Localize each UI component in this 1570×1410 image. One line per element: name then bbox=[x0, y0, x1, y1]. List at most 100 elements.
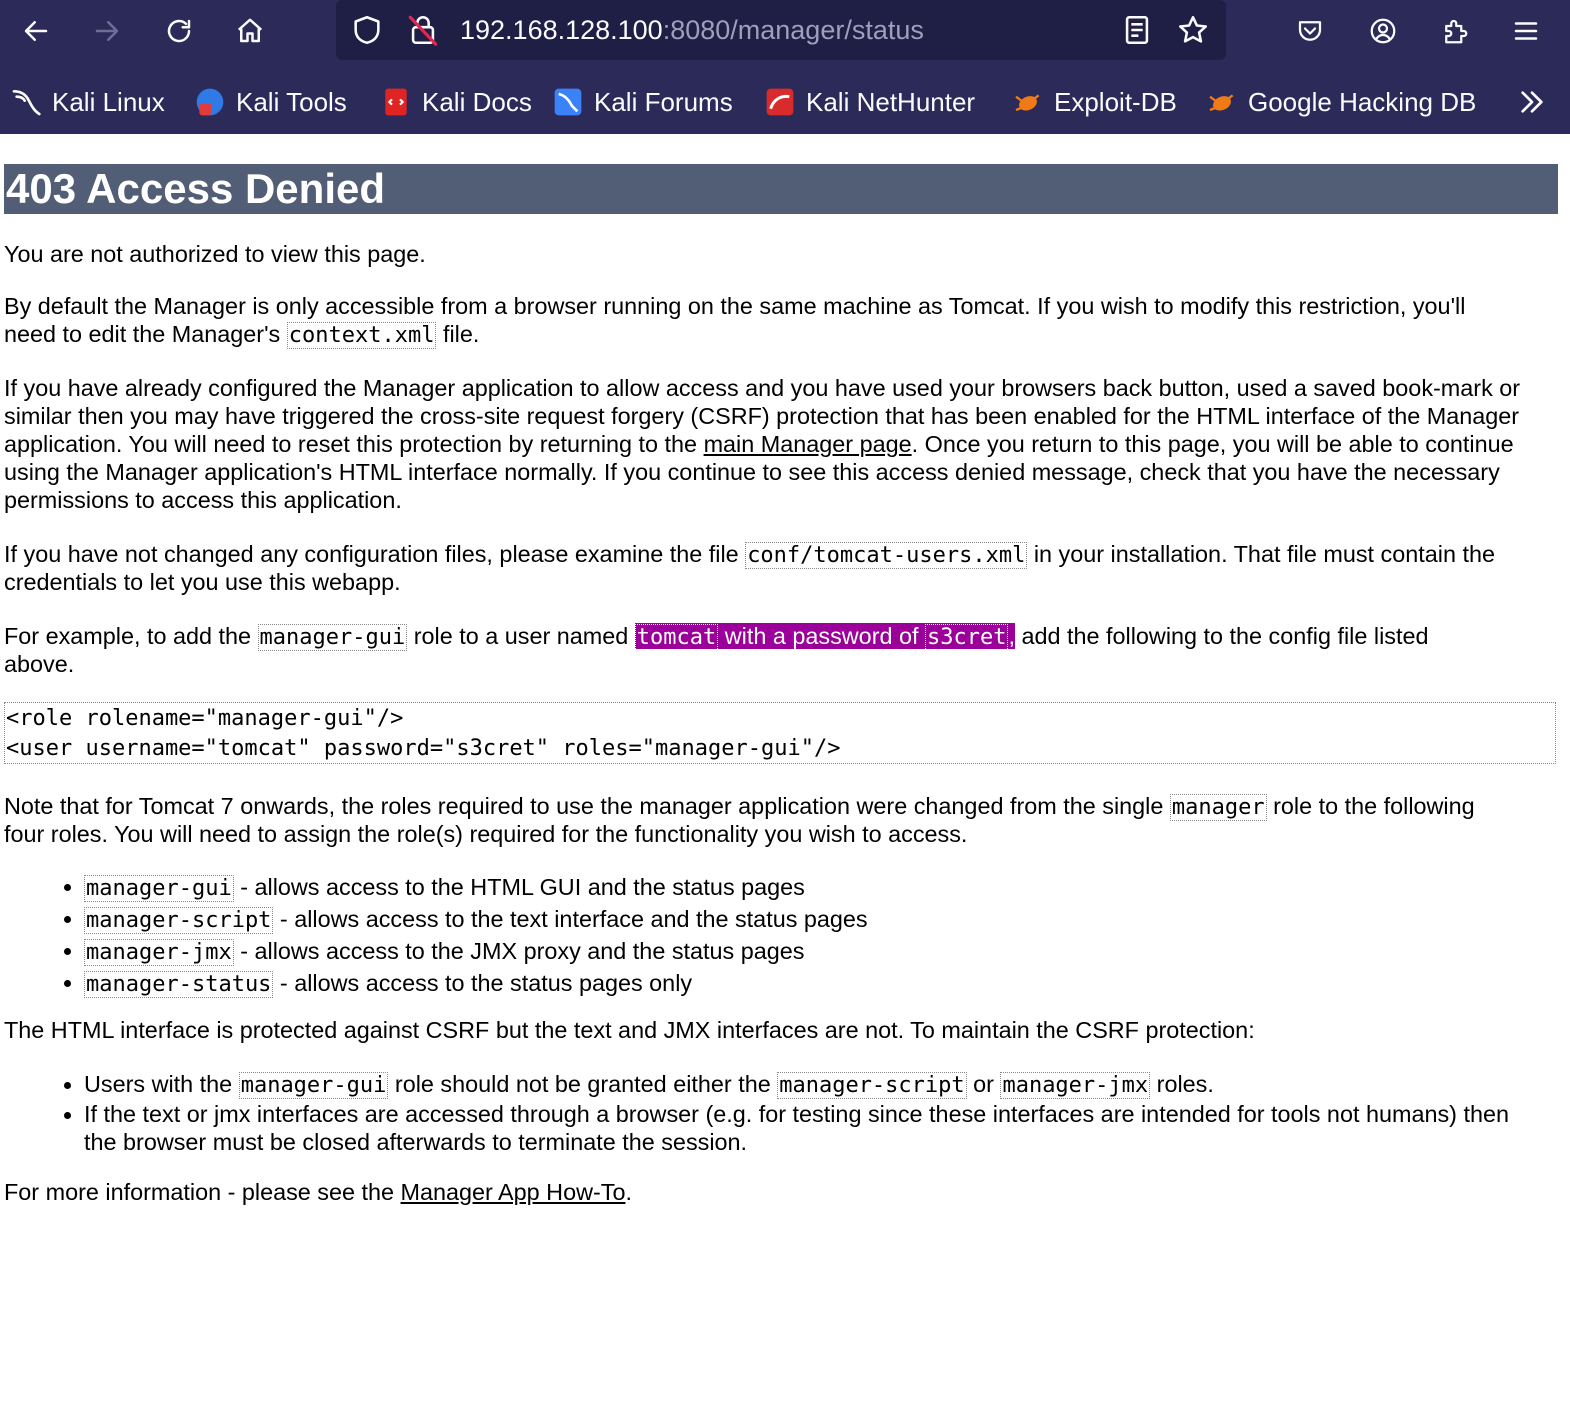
text-line: For example, to add the manager-gui role… bbox=[4, 622, 1564, 651]
paragraph-csrf-protection: The HTML interface is protected against … bbox=[4, 1017, 1255, 1043]
tomcat-users-xml-code: conf/tomcat-users.xml bbox=[745, 542, 1028, 569]
bookmark-label: Kali Forums bbox=[594, 86, 733, 117]
text-line: the browser must be closed afterwards to… bbox=[84, 1129, 748, 1155]
text-fragment: For more information - please see the bbox=[4, 1179, 401, 1205]
bookmark-kali-docs[interactable]: Kali Docs bbox=[380, 84, 532, 120]
bookmark-label: Kali NetHunter bbox=[806, 86, 976, 117]
text-fragment: Note that for Tomcat 7 onwards, the role… bbox=[4, 793, 1170, 819]
list-item: If the text or jmx interfaces are access… bbox=[64, 1100, 1509, 1156]
role-code: manager-jmx bbox=[84, 939, 234, 966]
pocket-icon bbox=[1298, 21, 1322, 41]
selected-text-highlight: tomcat with a password of s3cret, bbox=[634, 623, 1015, 651]
exploit-db-bug-icon bbox=[1015, 94, 1040, 112]
url-path: :8080/manager/status bbox=[662, 15, 924, 45]
account-icon bbox=[1370, 18, 1396, 44]
forward-arrow-icon bbox=[95, 21, 119, 41]
role-description: - allows access to the JMX proxy and the… bbox=[233, 938, 805, 964]
manager-role-code: manager bbox=[1169, 794, 1267, 821]
bookmark-exploit-db[interactable]: Exploit-DB bbox=[1012, 84, 1177, 120]
paragraph-default-access: By default the Manager is only accessibl… bbox=[4, 292, 1564, 349]
text-fragment: . Once you return to this page, you will… bbox=[911, 431, 1514, 457]
back-button[interactable] bbox=[15, 10, 57, 52]
url-bar[interactable]: 192.168.128.100:8080/manager/status bbox=[336, 0, 1226, 60]
ghdb-bug-icon bbox=[1209, 94, 1234, 112]
bookmarks-overflow-button[interactable] bbox=[1516, 84, 1558, 120]
text-line: above. bbox=[4, 651, 75, 677]
role-description: - allows access to the HTML GUI and the … bbox=[233, 874, 805, 900]
text-line: permissions to access this application. bbox=[4, 487, 402, 513]
paragraph-roles-note: Note that for Tomcat 7 onwards, the role… bbox=[4, 792, 1564, 848]
text-fragment: with a password of bbox=[718, 623, 925, 649]
roles-list: manager-gui - allows access to the HTML … bbox=[64, 872, 868, 1000]
kali-forums-icon bbox=[554, 88, 582, 116]
config-code-block: <role rolename="manager-gui"/> <user use… bbox=[4, 702, 1556, 764]
text-line: credentials to let you use this webapp. bbox=[4, 569, 401, 595]
manager-gui-code: manager-gui bbox=[257, 624, 408, 651]
main-manager-page-link[interactable]: main Manager page bbox=[704, 431, 912, 457]
home-button[interactable] bbox=[229, 10, 271, 52]
text-fragment: or bbox=[966, 1071, 1001, 1097]
text-line: If the text or jmx interfaces are access… bbox=[84, 1101, 1509, 1127]
paragraph-more-info: For more information - please see the Ma… bbox=[4, 1178, 1564, 1206]
code-line-user: <user username="tomcat" password="s3cret… bbox=[6, 736, 841, 761]
pocket-button[interactable] bbox=[1289, 10, 1331, 52]
text-line: application. You will need to reset this… bbox=[4, 430, 1564, 458]
manager-app-howto-link[interactable]: Manager App How-To bbox=[401, 1179, 626, 1205]
list-item: manager-script - allows access to the te… bbox=[64, 904, 868, 936]
s3cret-password-code: s3cret bbox=[925, 624, 1009, 651]
bookmark-label: Kali Docs bbox=[422, 86, 532, 117]
bookmark-kali-nethunter[interactable]: Kali NetHunter bbox=[764, 84, 975, 120]
text-line: using the Manager application's HTML int… bbox=[4, 459, 1500, 485]
text-line: need to edit the Manager's context.xml f… bbox=[4, 320, 1564, 349]
list-item: Users with the manager-gui role should n… bbox=[64, 1070, 1509, 1100]
bookmark-google-hacking-db[interactable]: Google Hacking DB bbox=[1206, 84, 1476, 120]
kali-dragon-icon bbox=[12, 90, 41, 116]
reload-button[interactable] bbox=[158, 10, 200, 52]
shield-icon[interactable] bbox=[350, 13, 384, 47]
paragraph-config-files: If you have not changed any configuratio… bbox=[4, 540, 1564, 596]
text-fragment: in your installation. That file must con… bbox=[1027, 541, 1495, 567]
kali-nethunter-icon bbox=[766, 88, 794, 116]
text-fragment: role should not be granted either the bbox=[388, 1071, 778, 1097]
text-fragment: need to edit the Manager's bbox=[4, 321, 287, 347]
role-description: - allows access to the text interface an… bbox=[273, 906, 868, 932]
forward-button[interactable] bbox=[86, 10, 128, 52]
insecure-lock-icon[interactable] bbox=[406, 13, 440, 47]
chevron-double-right-icon bbox=[1521, 91, 1543, 113]
kali-docs-icon bbox=[385, 88, 407, 116]
text-line: similar then you may have triggered the … bbox=[4, 403, 1520, 429]
text-fragment: Users with the bbox=[84, 1071, 239, 1097]
bookmark-kali-linux[interactable]: Kali Linux bbox=[10, 84, 165, 120]
back-arrow-icon bbox=[24, 21, 48, 41]
home-icon bbox=[237, 18, 263, 43]
text-fragment: . bbox=[625, 1179, 632, 1205]
role-code: manager-script bbox=[84, 907, 274, 934]
text-line: If you have not changed any configuratio… bbox=[4, 540, 1564, 569]
extensions-button[interactable] bbox=[1434, 10, 1476, 52]
text-line: Note that for Tomcat 7 onwards, the role… bbox=[4, 792, 1564, 821]
tomcat-username-code: tomcat bbox=[634, 624, 719, 651]
bookmark-star-icon[interactable] bbox=[1176, 13, 1210, 47]
url-text[interactable]: 192.168.128.100:8080/manager/status bbox=[460, 12, 924, 48]
text-fragment: role to a user named bbox=[407, 623, 635, 649]
reader-view-icon[interactable] bbox=[1120, 13, 1154, 47]
manager-script-code: manager-script bbox=[777, 1072, 967, 1099]
hamburger-menu-icon bbox=[1514, 22, 1538, 40]
text-line: By default the Manager is only accessibl… bbox=[4, 293, 1466, 319]
bookmark-label: Google Hacking DB bbox=[1248, 86, 1477, 117]
puzzle-icon bbox=[1445, 19, 1468, 44]
bookmark-kali-forums[interactable]: Kali Forums bbox=[552, 84, 733, 120]
menu-button[interactable] bbox=[1505, 10, 1547, 52]
bookmark-kali-tools[interactable]: Kali Tools bbox=[194, 84, 347, 120]
account-button[interactable] bbox=[1362, 10, 1404, 52]
text-fragment: role to the following bbox=[1266, 793, 1475, 819]
list-item: manager-gui - allows access to the HTML … bbox=[64, 872, 868, 904]
paragraph-example: For example, to add the manager-gui role… bbox=[4, 622, 1564, 678]
paragraph-csrf: If you have already configured the Manag… bbox=[4, 374, 1564, 514]
role-code: manager-gui bbox=[84, 875, 234, 902]
text-line: If you have already configured the Manag… bbox=[4, 375, 1521, 401]
context-xml-code: context.xml bbox=[286, 322, 437, 349]
code-line-role: <role rolename="manager-gui"/> bbox=[6, 706, 404, 731]
text-fragment: If you have not changed any configuratio… bbox=[4, 541, 746, 567]
nav-toolbar: 192.168.128.100:8080/manager/status bbox=[0, 0, 1570, 62]
